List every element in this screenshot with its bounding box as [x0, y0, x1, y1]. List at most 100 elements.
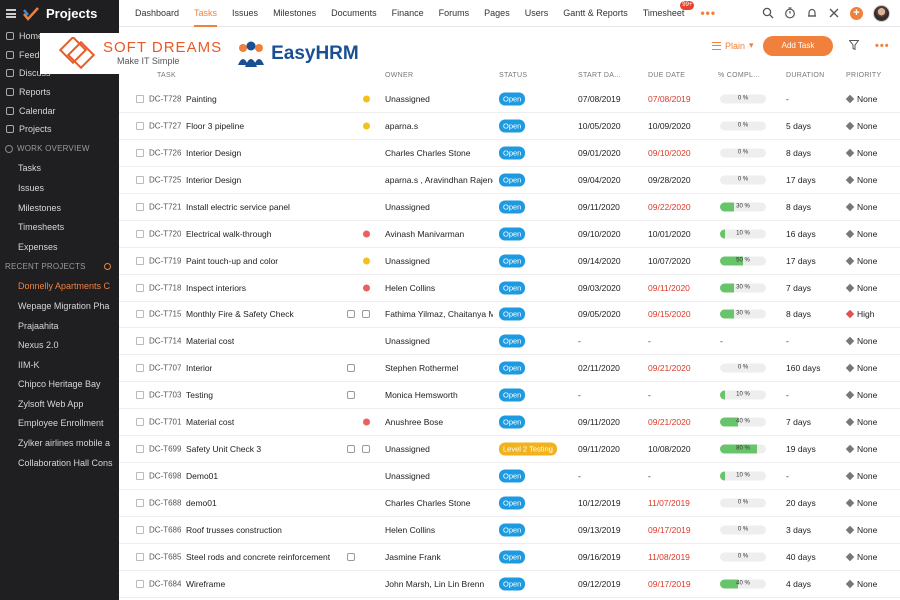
status-badge[interactable]: Open [499, 119, 526, 133]
row-checkbox[interactable] [136, 337, 144, 346]
table-row[interactable]: DC-T698 Demo01 Unassigned Open - - 10 % - None [119, 463, 900, 491]
task-id[interactable]: DC-T718 [149, 283, 181, 292]
priority-label[interactable]: None [857, 256, 877, 266]
task-id[interactable]: DC-T719 [149, 256, 181, 265]
search-icon[interactable] [762, 7, 774, 19]
task-owner[interactable]: Fathima Yilmaz, Chaitanya Me [385, 309, 493, 319]
row-checkbox[interactable] [136, 364, 144, 373]
tools-icon[interactable] [828, 7, 840, 19]
table-row[interactable]: DC-T703 Testing Monica Hemsworth Open - - 10 %… [119, 382, 900, 410]
more-options-button[interactable]: ••• [875, 40, 890, 52]
task-owner[interactable]: Unassigned [385, 444, 493, 454]
task-id[interactable]: DC-T703 [149, 391, 181, 400]
task-owner[interactable]: Charles Charles Stone [385, 498, 493, 508]
task-id[interactable]: DC-T726 [149, 148, 181, 157]
table-row[interactable]: DC-T701 Material cost Anushree Bose Open 09/… [119, 409, 900, 437]
task-id[interactable]: DC-T688 [149, 499, 181, 508]
status-badge[interactable]: Open [499, 469, 526, 483]
task-owner[interactable]: Stephen Rothermel [385, 363, 493, 373]
task-id[interactable]: DC-T714 [149, 337, 181, 346]
row-checkbox[interactable] [136, 418, 144, 427]
status-badge[interactable]: Open [499, 415, 526, 429]
status-badge[interactable]: Open [499, 281, 526, 295]
task-id[interactable]: DC-T684 [149, 579, 181, 588]
priority-label[interactable]: High [857, 309, 874, 319]
task-id[interactable]: DC-T721 [149, 202, 181, 211]
task-id[interactable]: DC-T707 [149, 364, 181, 373]
task-owner[interactable]: Monica Hemsworth [385, 390, 493, 400]
task-id[interactable]: DC-T727 [149, 121, 181, 130]
table-row[interactable]: DC-T718 Inspect interiors Helen Collins Ope… [119, 275, 900, 302]
add-task-button[interactable]: Add Task [763, 36, 833, 56]
priority-label[interactable]: None [857, 121, 877, 131]
row-checkbox[interactable] [136, 391, 144, 400]
recent-project-item[interactable]: Collaboration Hall Cons [0, 453, 119, 473]
more-nav-button[interactable]: ••• [700, 6, 716, 20]
row-checkbox[interactable] [136, 229, 144, 238]
recent-project-item[interactable]: Zylker airlines mobile a [0, 433, 119, 453]
status-badge[interactable]: Open [499, 523, 526, 537]
user-avatar[interactable] [873, 4, 890, 22]
priority-label[interactable]: None [857, 552, 877, 562]
task-id[interactable]: DC-T720 [149, 229, 181, 238]
task-owner[interactable]: Unassigned [385, 202, 493, 212]
filter-icon[interactable] [849, 40, 859, 50]
table-row[interactable]: DC-T715 Monthly Fire & Safety Check Fathim… [119, 302, 900, 329]
task-name[interactable]: Material cost [186, 336, 234, 346]
task-name[interactable]: Testing [186, 390, 213, 400]
table-row[interactable]: DC-T685 Steel rods and concrete reinforce… [119, 544, 900, 571]
table-row[interactable]: DC-T728 Painting Unassigned Open 07/08/2019 0… [119, 86, 900, 113]
tab-users[interactable]: Users [525, 0, 549, 27]
clock-icon[interactable] [347, 391, 355, 400]
row-checkbox[interactable] [136, 121, 144, 130]
table-row[interactable]: DC-T688 demo01 Charles Charles Stone Open 10… [119, 490, 900, 517]
tab-milestones[interactable]: Milestones [273, 0, 316, 27]
clock-icon[interactable] [362, 445, 370, 454]
tab-documents[interactable]: Documents [331, 0, 377, 27]
recent-project-item[interactable]: Chipco Heritage Bay [0, 375, 119, 395]
row-checkbox[interactable] [136, 525, 144, 534]
task-name[interactable]: Paint touch-up and color [186, 256, 278, 266]
priority-label[interactable]: None [857, 229, 877, 239]
task-name[interactable]: Interior [186, 363, 212, 373]
task-name[interactable]: Floor 3 pipeline [186, 121, 244, 131]
row-checkbox[interactable] [136, 499, 144, 508]
task-name[interactable]: Wireframe [186, 579, 225, 589]
recent-project-item[interactable]: Nexus 2.0 [0, 335, 119, 355]
row-checkbox[interactable] [136, 148, 144, 157]
recent-project-item[interactable]: Zylsoft Web App [0, 394, 119, 414]
tab-issues[interactable]: Issues [232, 0, 258, 27]
row-checkbox[interactable] [136, 175, 144, 184]
task-name[interactable]: Interior Design [186, 148, 241, 158]
comment-icon[interactable] [347, 310, 355, 319]
users-icon[interactable] [347, 552, 355, 561]
row-checkbox[interactable] [136, 472, 144, 481]
sidebar-item-projects[interactable]: Projects [0, 120, 119, 139]
task-id[interactable]: DC-T728 [149, 94, 181, 103]
header-due-date[interactable]: DUE DATE [648, 72, 685, 79]
task-id[interactable]: DC-T701 [149, 418, 181, 427]
sidebar-item-milestones[interactable]: Milestones [0, 198, 119, 218]
row-checkbox[interactable] [136, 445, 144, 454]
recent-project-item[interactable]: Donnelly Apartments C [0, 277, 119, 297]
priority-label[interactable]: None [857, 471, 877, 481]
table-row[interactable]: DC-T727 Floor 3 pipeline aparna.s Open 10/05… [119, 113, 900, 140]
table-row[interactable]: DC-T707 Interior Stephen Rothermel Open 02/1… [119, 355, 900, 383]
timer-icon[interactable] [784, 7, 796, 19]
status-badge[interactable]: Open [499, 334, 526, 348]
priority-label[interactable]: None [857, 444, 877, 454]
priority-label[interactable]: None [857, 363, 877, 373]
row-checkbox[interactable] [136, 579, 144, 588]
task-id[interactable]: DC-T685 [149, 552, 181, 561]
recent-project-item[interactable]: IIM-K [0, 355, 119, 375]
task-owner[interactable]: Avinash Manivarman [385, 229, 493, 239]
priority-label[interactable]: None [857, 498, 877, 508]
sidebar-item-issues[interactable]: Issues [0, 178, 119, 198]
task-owner[interactable]: aparna.s [385, 121, 493, 131]
quick-add-button[interactable]: + [850, 6, 863, 20]
task-name[interactable]: Inspect interiors [186, 283, 246, 293]
task-id[interactable]: DC-T698 [149, 472, 181, 481]
task-owner[interactable]: John Marsh, Lin Lin Brenn [385, 579, 493, 589]
task-name[interactable]: Monthly Fire & Safety Check [186, 309, 294, 319]
priority-label[interactable]: None [857, 94, 877, 104]
